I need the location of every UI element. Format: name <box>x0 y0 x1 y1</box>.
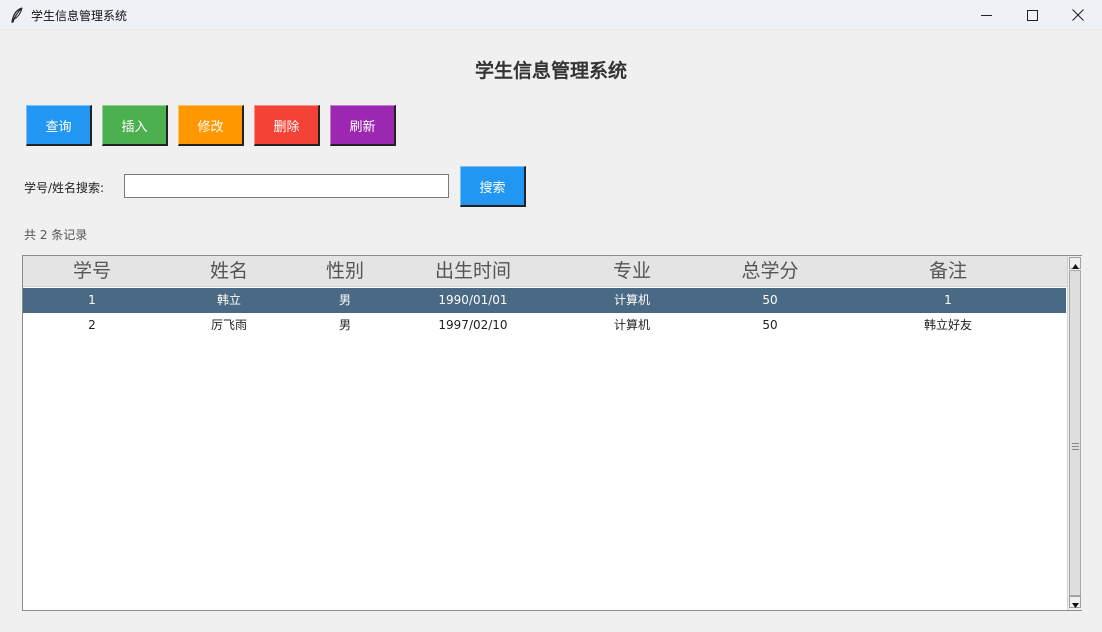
column-header-credits[interactable]: 总学分 <box>711 256 829 287</box>
table-row[interactable]: 2 厉飞雨 男 1997/02/10 计算机 50 韩立好友 <box>23 313 1066 338</box>
scroll-down-button[interactable] <box>1069 596 1081 608</box>
feather-icon <box>10 7 24 23</box>
cell-gender: 男 <box>338 318 351 332</box>
cell-gender: 男 <box>338 293 351 307</box>
cell-name: 厉飞雨 <box>210 318 247 332</box>
page-title: 学生信息管理系统 <box>474 60 627 82</box>
close-button[interactable] <box>1055 0 1101 30</box>
insert-button[interactable]: 插入 <box>102 105 168 146</box>
title-bar: 学生信息管理系统 <box>0 0 1102 30</box>
scrollbar-thumb[interactable] <box>1069 270 1081 596</box>
table-row[interactable]: 1 韩立 男 1990/01/01 计算机 50 1 <box>23 288 1066 313</box>
edit-button[interactable]: 修改 <box>178 105 244 146</box>
minimize-button[interactable] <box>963 0 1009 30</box>
column-header-name[interactable]: 姓名 <box>161 256 297 287</box>
cell-major: 计算机 <box>613 293 650 307</box>
column-header-birthdate[interactable]: 出生时间 <box>393 256 553 287</box>
refresh-button[interactable]: 刷新 <box>330 105 396 146</box>
close-icon <box>1072 9 1084 21</box>
cell-birthdate: 1997/02/10 <box>438 318 508 332</box>
search-label: 学号/姓名搜索: <box>24 181 105 195</box>
table-header: 学号 姓名 性别 出生时间 专业 总学分 备注 <box>23 256 1067 287</box>
column-header-gender[interactable]: 性别 <box>297 256 393 287</box>
cell-notes: 韩立好友 <box>923 318 972 332</box>
cell-credits: 50 <box>762 293 778 307</box>
column-header-id[interactable]: 学号 <box>23 256 161 287</box>
search-input[interactable] <box>124 174 449 198</box>
column-header-notes[interactable]: 备注 <box>829 256 1067 287</box>
minimize-icon <box>980 10 992 21</box>
query-button[interactable]: 查询 <box>26 105 92 146</box>
student-table: 学号 姓名 性别 出生时间 专业 总学分 备注 1 韩立 男 1990/01/0… <box>22 255 1082 611</box>
cell-credits: 50 <box>762 318 778 332</box>
arrow-down-icon <box>1071 593 1079 612</box>
vertical-scrollbar[interactable] <box>1067 256 1082 610</box>
cell-id: 1 <box>88 293 96 307</box>
window-title: 学生信息管理系统 <box>31 9 128 23</box>
search-button[interactable]: 搜索 <box>460 166 526 207</box>
cell-major: 计算机 <box>613 318 650 332</box>
maximize-icon <box>1026 9 1038 21</box>
delete-button[interactable]: 删除 <box>254 105 320 146</box>
scroll-up-button[interactable] <box>1069 257 1081 269</box>
cell-id: 2 <box>88 318 96 332</box>
grip-icon <box>1072 443 1079 450</box>
cell-birthdate: 1990/01/01 <box>438 293 508 307</box>
column-header-major[interactable]: 专业 <box>553 256 711 287</box>
maximize-button[interactable] <box>1009 0 1055 30</box>
record-count: 共 2 条记录 <box>24 228 88 242</box>
cell-name: 韩立 <box>216 293 241 307</box>
cell-notes: 1 <box>944 293 952 307</box>
